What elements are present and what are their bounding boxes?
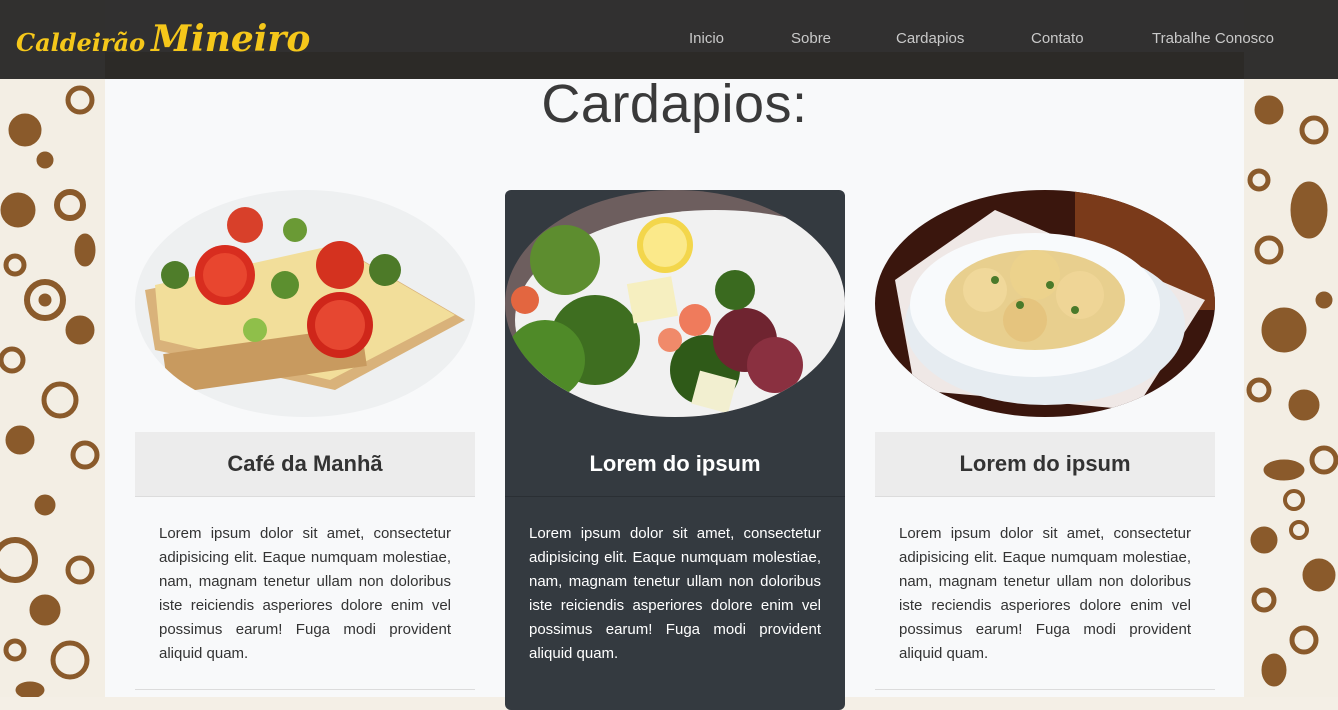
page-title: Cardapios: [541, 74, 808, 134]
pastry-image [875, 190, 1215, 417]
nav-link-contato[interactable]: Contato [1031, 30, 1084, 47]
card-divider [875, 689, 1215, 690]
card-text: Lorem ipsum dolor sit amet, consectetur … [159, 525, 451, 662]
menu-card-salad: Lorem do ipsum Lorem ipsum dolor sit ame… [505, 190, 845, 710]
card-text: Lorem ipsum dolor sit amet, consectetur … [899, 525, 1191, 662]
card-text: Lorem ipsum dolor sit amet, consectetur … [529, 525, 821, 662]
pastry-photo [875, 190, 1215, 417]
salad-image [505, 190, 845, 417]
food-pattern-right-graphic [1246, 95, 1338, 687]
menu-card-breakfast: Café da Manhã Lorem ipsum dolor sit amet… [135, 190, 475, 710]
nav-menu: Inicio Sobre Cardapios Contato Trabalhe … [0, 30, 1338, 50]
card-divider [135, 689, 475, 690]
card-title: Lorem do ipsum [959, 451, 1131, 476]
menu-card-pastry: Lorem do ipsum Lorem ipsum dolor sit ame… [875, 190, 1215, 710]
nav-link-trabalhe-conosco[interactable]: Trabalhe Conosco [1152, 30, 1274, 47]
food-pattern-left-graphic [0, 85, 100, 697]
card-header: Lorem do ipsum [875, 432, 1215, 497]
breakfast-image [135, 190, 475, 417]
card-header: Café da Manhã [135, 432, 475, 497]
salad-photo [505, 190, 845, 417]
nav-link-inicio[interactable]: Inicio [689, 30, 724, 47]
food-pattern-right [1244, 0, 1338, 697]
card-header: Lorem do ipsum [505, 432, 845, 497]
navbar: Caldeirão Mineiro Inicio Sobre Cardapios … [0, 0, 1338, 79]
food-pattern-left [0, 0, 105, 697]
card-title: Lorem do ipsum [589, 451, 761, 476]
nav-link-sobre[interactable]: Sobre [791, 30, 831, 47]
breakfast-photo [135, 190, 475, 417]
menus-section: Cardapios: Café da Manhã Lorem ipsum dol… [105, 74, 1244, 710]
nav-link-cardapios[interactable]: Cardapios [896, 30, 964, 47]
card-title: Café da Manhã [227, 451, 383, 476]
